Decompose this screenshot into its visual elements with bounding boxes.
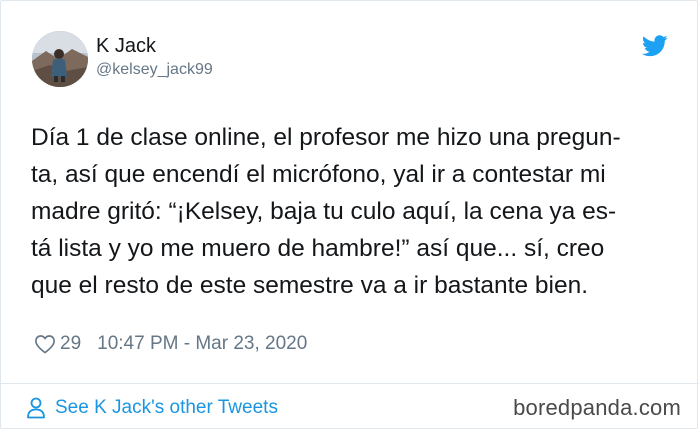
avatar[interactable]: [32, 31, 88, 87]
person-icon: [27, 397, 45, 419]
heart-icon: [35, 335, 55, 354]
like-button[interactable]: 29: [34, 333, 97, 355]
tweet-timestamp[interactable]: 10:47 PM - Mar 23, 2020: [97, 333, 307, 355]
author-handle[interactable]: @kelsey_jack99: [96, 61, 213, 79]
tweet-card: K Jack @kelsey_jack99 Día 1 de clase onl…: [0, 0, 699, 429]
watermark: boredpanda.com: [513, 395, 681, 420]
twitter-bird-icon[interactable]: [642, 35, 668, 57]
footer-divider: [1, 383, 699, 384]
tweet-meta: 29 10:47 PM - Mar 23, 2020: [34, 331, 307, 357]
tweet-text: Día 1 de clase online, el profesor me hi…: [31, 124, 621, 299]
see-other-tweets-link[interactable]: See K Jack's other Tweets: [26, 394, 278, 422]
like-count: 29: [60, 333, 82, 354]
see-other-tweets-label: See K Jack's other Tweets: [55, 397, 278, 418]
author-name[interactable]: K Jack: [96, 35, 156, 58]
avatar-image: [32, 31, 88, 87]
tweet-header: K Jack @kelsey_jack99: [32, 31, 672, 91]
